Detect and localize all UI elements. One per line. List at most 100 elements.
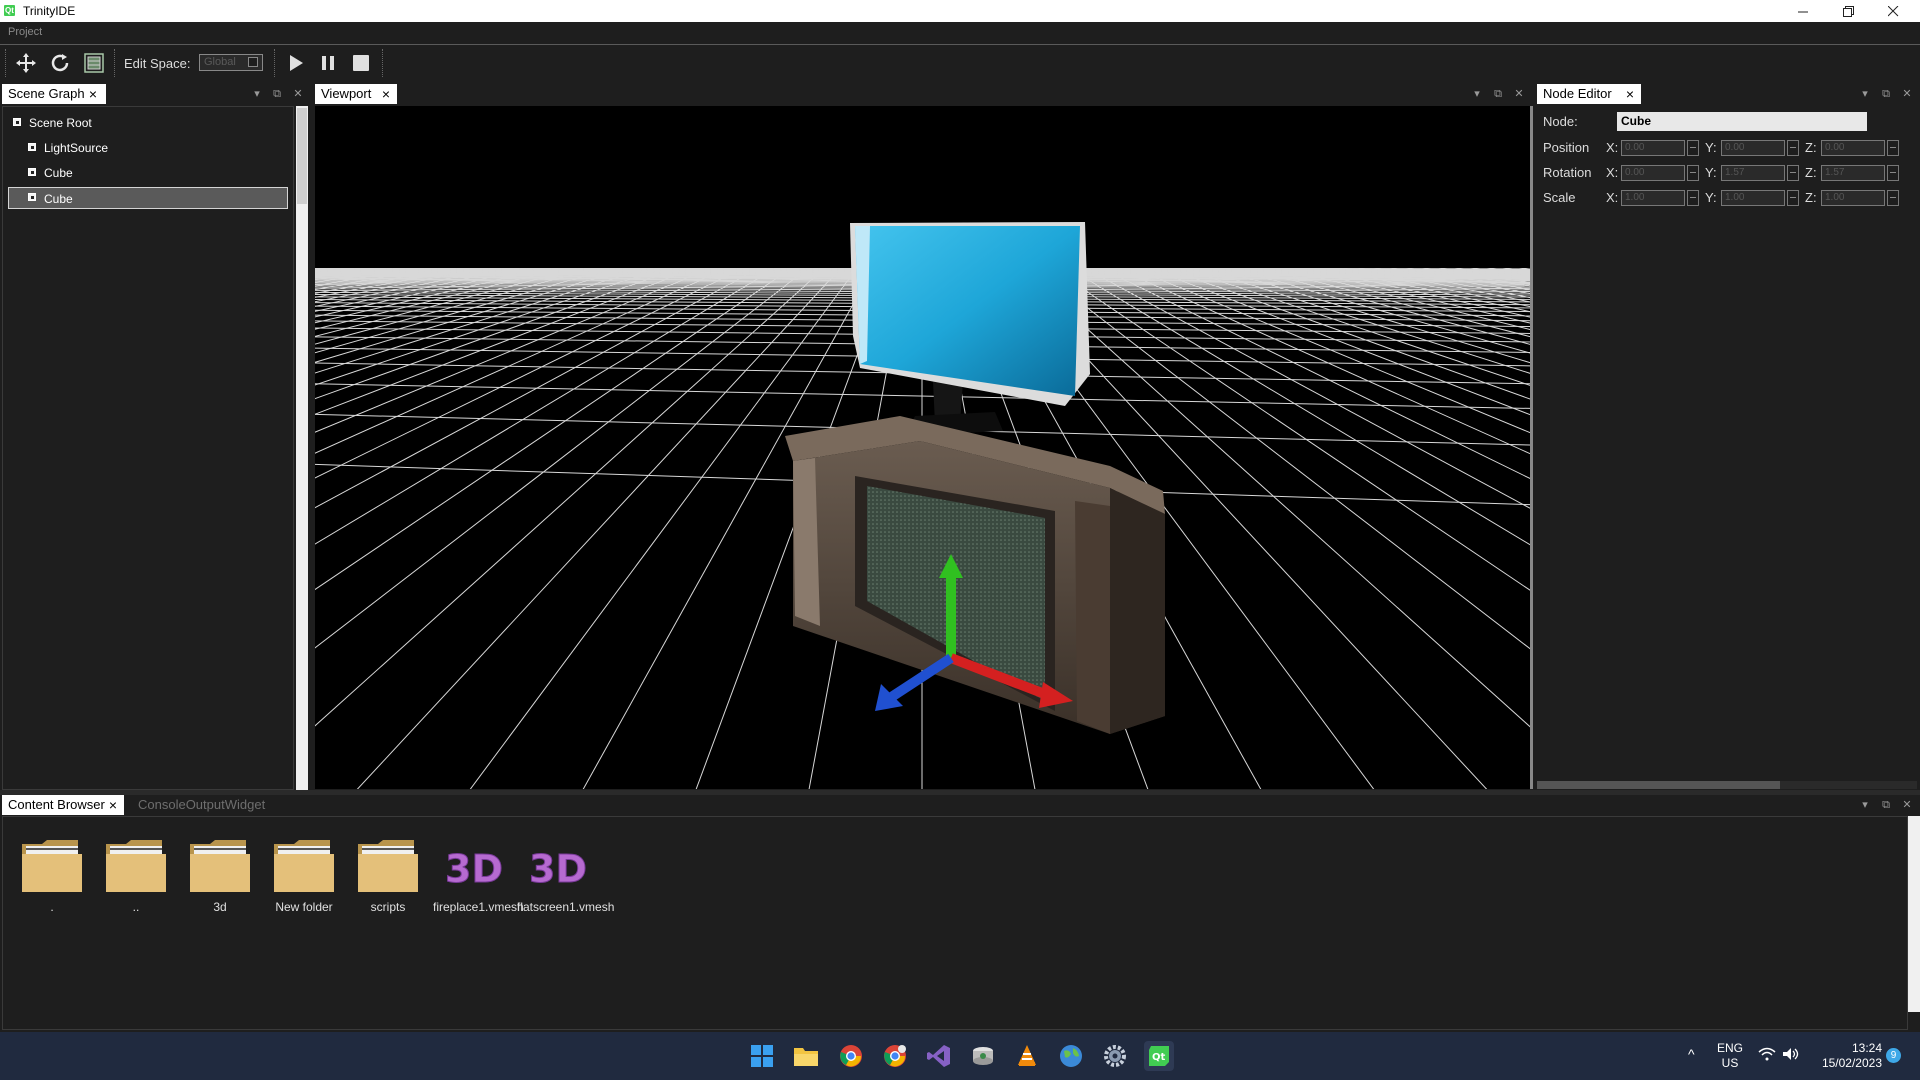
visual-studio-taskbar-button[interactable] <box>924 1041 954 1071</box>
dock-splitter[interactable] <box>0 790 1920 795</box>
tree-item-lightsource[interactable]: LightSource <box>8 137 288 159</box>
dock-menu-icon[interactable]: ▾ <box>250 87 264 101</box>
grid-line <box>315 255 405 270</box>
close-icon[interactable]: × <box>1623 84 1637 104</box>
float-dock-icon[interactable]: ⧉ <box>1879 798 1893 812</box>
disk-app-taskbar-button[interactable] <box>968 1041 998 1071</box>
grid-line <box>1159 255 1530 374</box>
tree-node-icon <box>28 143 36 151</box>
dock-menu-icon[interactable]: ▾ <box>1470 87 1484 101</box>
play-button[interactable] <box>283 50 309 76</box>
spinbox-stepper[interactable] <box>1687 165 1699 181</box>
spinbox-stepper[interactable] <box>1787 140 1799 156</box>
scale-x-field[interactable]: 1.00 <box>1621 190 1685 206</box>
chrome-taskbar-button[interactable] <box>836 1041 866 1071</box>
spinbox-stepper[interactable] <box>1887 190 1899 206</box>
tab-node-editor[interactable]: Node Editor × <box>1537 84 1641 104</box>
clock[interactable]: 13:24 15/02/2023 <box>1810 1041 1882 1071</box>
chrome-canary-taskbar-button[interactable] <box>880 1041 910 1071</box>
globe-app-taskbar-button[interactable] <box>1056 1041 1086 1071</box>
pause-button[interactable] <box>315 50 341 76</box>
scene-graph-scrollbar[interactable] <box>296 106 308 790</box>
close-icon[interactable]: × <box>86 84 100 104</box>
tree-item-scene-root[interactable]: Scene Root <box>8 112 288 134</box>
spinbox-stepper[interactable] <box>1887 140 1899 156</box>
grid-line <box>356 255 853 789</box>
scale-z-field[interactable]: 1.00 <box>1821 190 1885 206</box>
chevron-up-icon[interactable]: ^ <box>1688 1046 1695 1062</box>
dock-menu-icon[interactable]: ▾ <box>1858 798 1872 812</box>
3d-viewport[interactable] <box>315 106 1530 789</box>
scale-tool-button[interactable] <box>81 50 107 76</box>
grid-line <box>1229 255 1530 331</box>
content-browser-scrollbar[interactable] <box>1908 816 1920 1012</box>
flatscreen-mesh[interactable] <box>850 222 1090 436</box>
position-z-field[interactable]: 0.00 <box>1821 140 1885 156</box>
scrollbar-thumb[interactable] <box>297 108 307 204</box>
spinbox-stepper[interactable] <box>1887 165 1899 181</box>
volume-icon[interactable] <box>1782 1047 1800 1064</box>
vlc-taskbar-button[interactable] <box>1012 1041 1042 1071</box>
scrollbar-thumb[interactable] <box>1537 781 1780 789</box>
windows-start-icon <box>751 1045 773 1067</box>
close-icon[interactable]: × <box>379 84 393 104</box>
rotate-tool-button[interactable] <box>47 50 73 76</box>
folder-item[interactable]: .. <box>96 836 176 916</box>
float-dock-icon[interactable]: ⧉ <box>1879 87 1893 101</box>
menu-project[interactable]: Project <box>8 26 42 38</box>
spinbox-stepper[interactable] <box>1687 140 1699 156</box>
spinbox-stepper[interactable] <box>1787 165 1799 181</box>
grid-line <box>315 255 587 318</box>
rotation-x-field[interactable]: 0.00 <box>1621 165 1685 181</box>
qt-creator-taskbar-button[interactable]: Qt <box>1144 1041 1174 1071</box>
spinbox-stepper[interactable] <box>1687 190 1699 206</box>
scale-y-field[interactable]: 1.00 <box>1721 190 1785 206</box>
notification-badge[interactable]: 9 <box>1886 1048 1901 1063</box>
language-indicator[interactable]: ENG US <box>1712 1041 1748 1071</box>
stop-button[interactable] <box>348 50 374 76</box>
rotation-y-field[interactable]: 1.57 <box>1721 165 1785 181</box>
close-dock-icon[interactable]: ✕ <box>291 87 305 101</box>
window-title: TrinityIDE <box>23 4 76 18</box>
position-y-field[interactable]: 0.00 <box>1721 140 1785 156</box>
windows-start-taskbar-button[interactable] <box>747 1041 777 1071</box>
float-dock-icon[interactable]: ⧉ <box>270 87 284 101</box>
folder-item[interactable]: New folder <box>264 836 344 916</box>
close-window-button[interactable] <box>1871 0 1916 22</box>
mesh-file-item[interactable]: 3D fireplace1.vmesh <box>433 836 524 916</box>
close-dock-icon[interactable]: ✕ <box>1900 87 1914 101</box>
tree-item-cube-selected[interactable]: Cube <box>8 187 288 209</box>
position-x-field[interactable]: 0.00 <box>1621 140 1685 156</box>
folder-item[interactable]: 3d <box>180 836 260 916</box>
fireplace-mesh[interactable] <box>785 416 1165 734</box>
minimize-button[interactable] <box>1781 0 1826 22</box>
move-tool-button[interactable] <box>13 50 39 76</box>
wifi-icon[interactable] <box>1758 1047 1776 1064</box>
rotation-z-field[interactable]: 1.57 <box>1821 165 1885 181</box>
grid-line <box>1453 255 1530 268</box>
close-dock-icon[interactable]: ✕ <box>1900 798 1914 812</box>
dock-menu-icon[interactable]: ▾ <box>1858 87 1872 101</box>
close-dock-icon[interactable]: ✕ <box>1512 87 1526 101</box>
file-explorer-taskbar-button[interactable] <box>791 1041 821 1071</box>
tab-viewport[interactable]: Viewport × <box>315 84 397 104</box>
grid-line <box>315 255 783 509</box>
restore-button[interactable] <box>1826 0 1871 22</box>
tab-console-output[interactable]: ConsoleOutputWidget <box>130 795 272 815</box>
tab-scene-graph[interactable]: Scene Graph × <box>2 84 106 104</box>
node-row-label: Scale <box>1543 190 1576 205</box>
folder-item[interactable]: scripts <box>348 836 428 916</box>
node-name-field[interactable]: Cube <box>1617 112 1867 131</box>
settings-taskbar-button[interactable] <box>1100 1041 1130 1071</box>
tab-content-browser[interactable]: Content Browser × <box>2 795 124 815</box>
float-dock-icon[interactable]: ⧉ <box>1491 87 1505 101</box>
viewport-scene[interactable] <box>315 106 1530 789</box>
toolbar-grip <box>5 49 9 77</box>
folder-item[interactable]: . <box>12 836 92 916</box>
folder-icon <box>106 840 166 892</box>
mesh-file-item[interactable]: 3D flatscreen1.vmesh <box>517 836 614 916</box>
close-icon[interactable]: × <box>106 795 120 815</box>
axis-label: Z: <box>1805 165 1817 180</box>
tree-item-cube[interactable]: Cube <box>8 162 288 184</box>
spinbox-stepper[interactable] <box>1787 190 1799 206</box>
